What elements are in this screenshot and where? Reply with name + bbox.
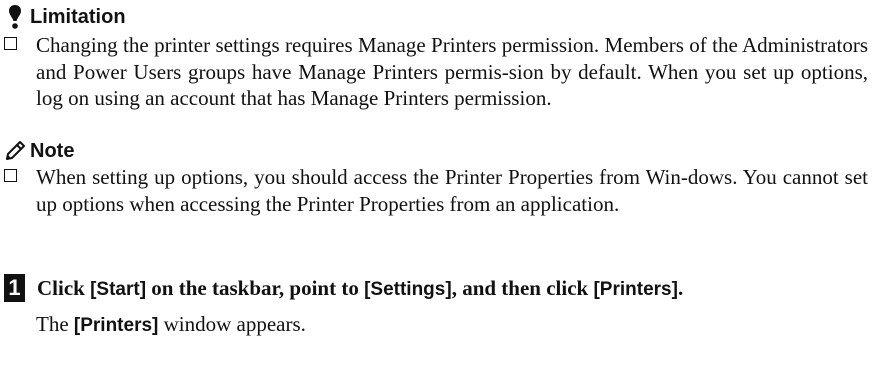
note-title: Note — [30, 139, 75, 162]
document-page: Limitation Changing the printer settings… — [0, 0, 882, 376]
limitation-item: Changing the printer settings requires M… — [4, 32, 868, 112]
note-text: When setting up options, you should acce… — [36, 165, 868, 216]
note-heading: Note — [4, 138, 74, 164]
limitation-title: Limitation — [30, 5, 126, 28]
checkbox-bullet-icon — [4, 37, 17, 50]
step-instruction: Click [Start] on the taskbar, point to [… — [37, 275, 684, 300]
note-item: When setting up options, you should acce… — [4, 164, 868, 217]
step-1: 1 Click [Start] on the taskbar, point to… — [4, 274, 683, 302]
step-result: The [Printers] window appears. — [36, 312, 306, 336]
printers-key: [Printers] — [593, 278, 678, 300]
limitation-heading: Limitation — [4, 4, 126, 30]
checkbox-bullet-icon — [4, 169, 17, 182]
limitation-icon — [4, 4, 26, 30]
start-key: [Start] — [90, 278, 147, 300]
printers-window-key: [Printers] — [73, 315, 159, 336]
limitation-text: Changing the printer settings requires M… — [36, 33, 868, 110]
settings-key: [Settings] — [364, 278, 452, 300]
step-number-badge: 1 — [4, 274, 25, 302]
pencil-icon — [4, 138, 26, 164]
